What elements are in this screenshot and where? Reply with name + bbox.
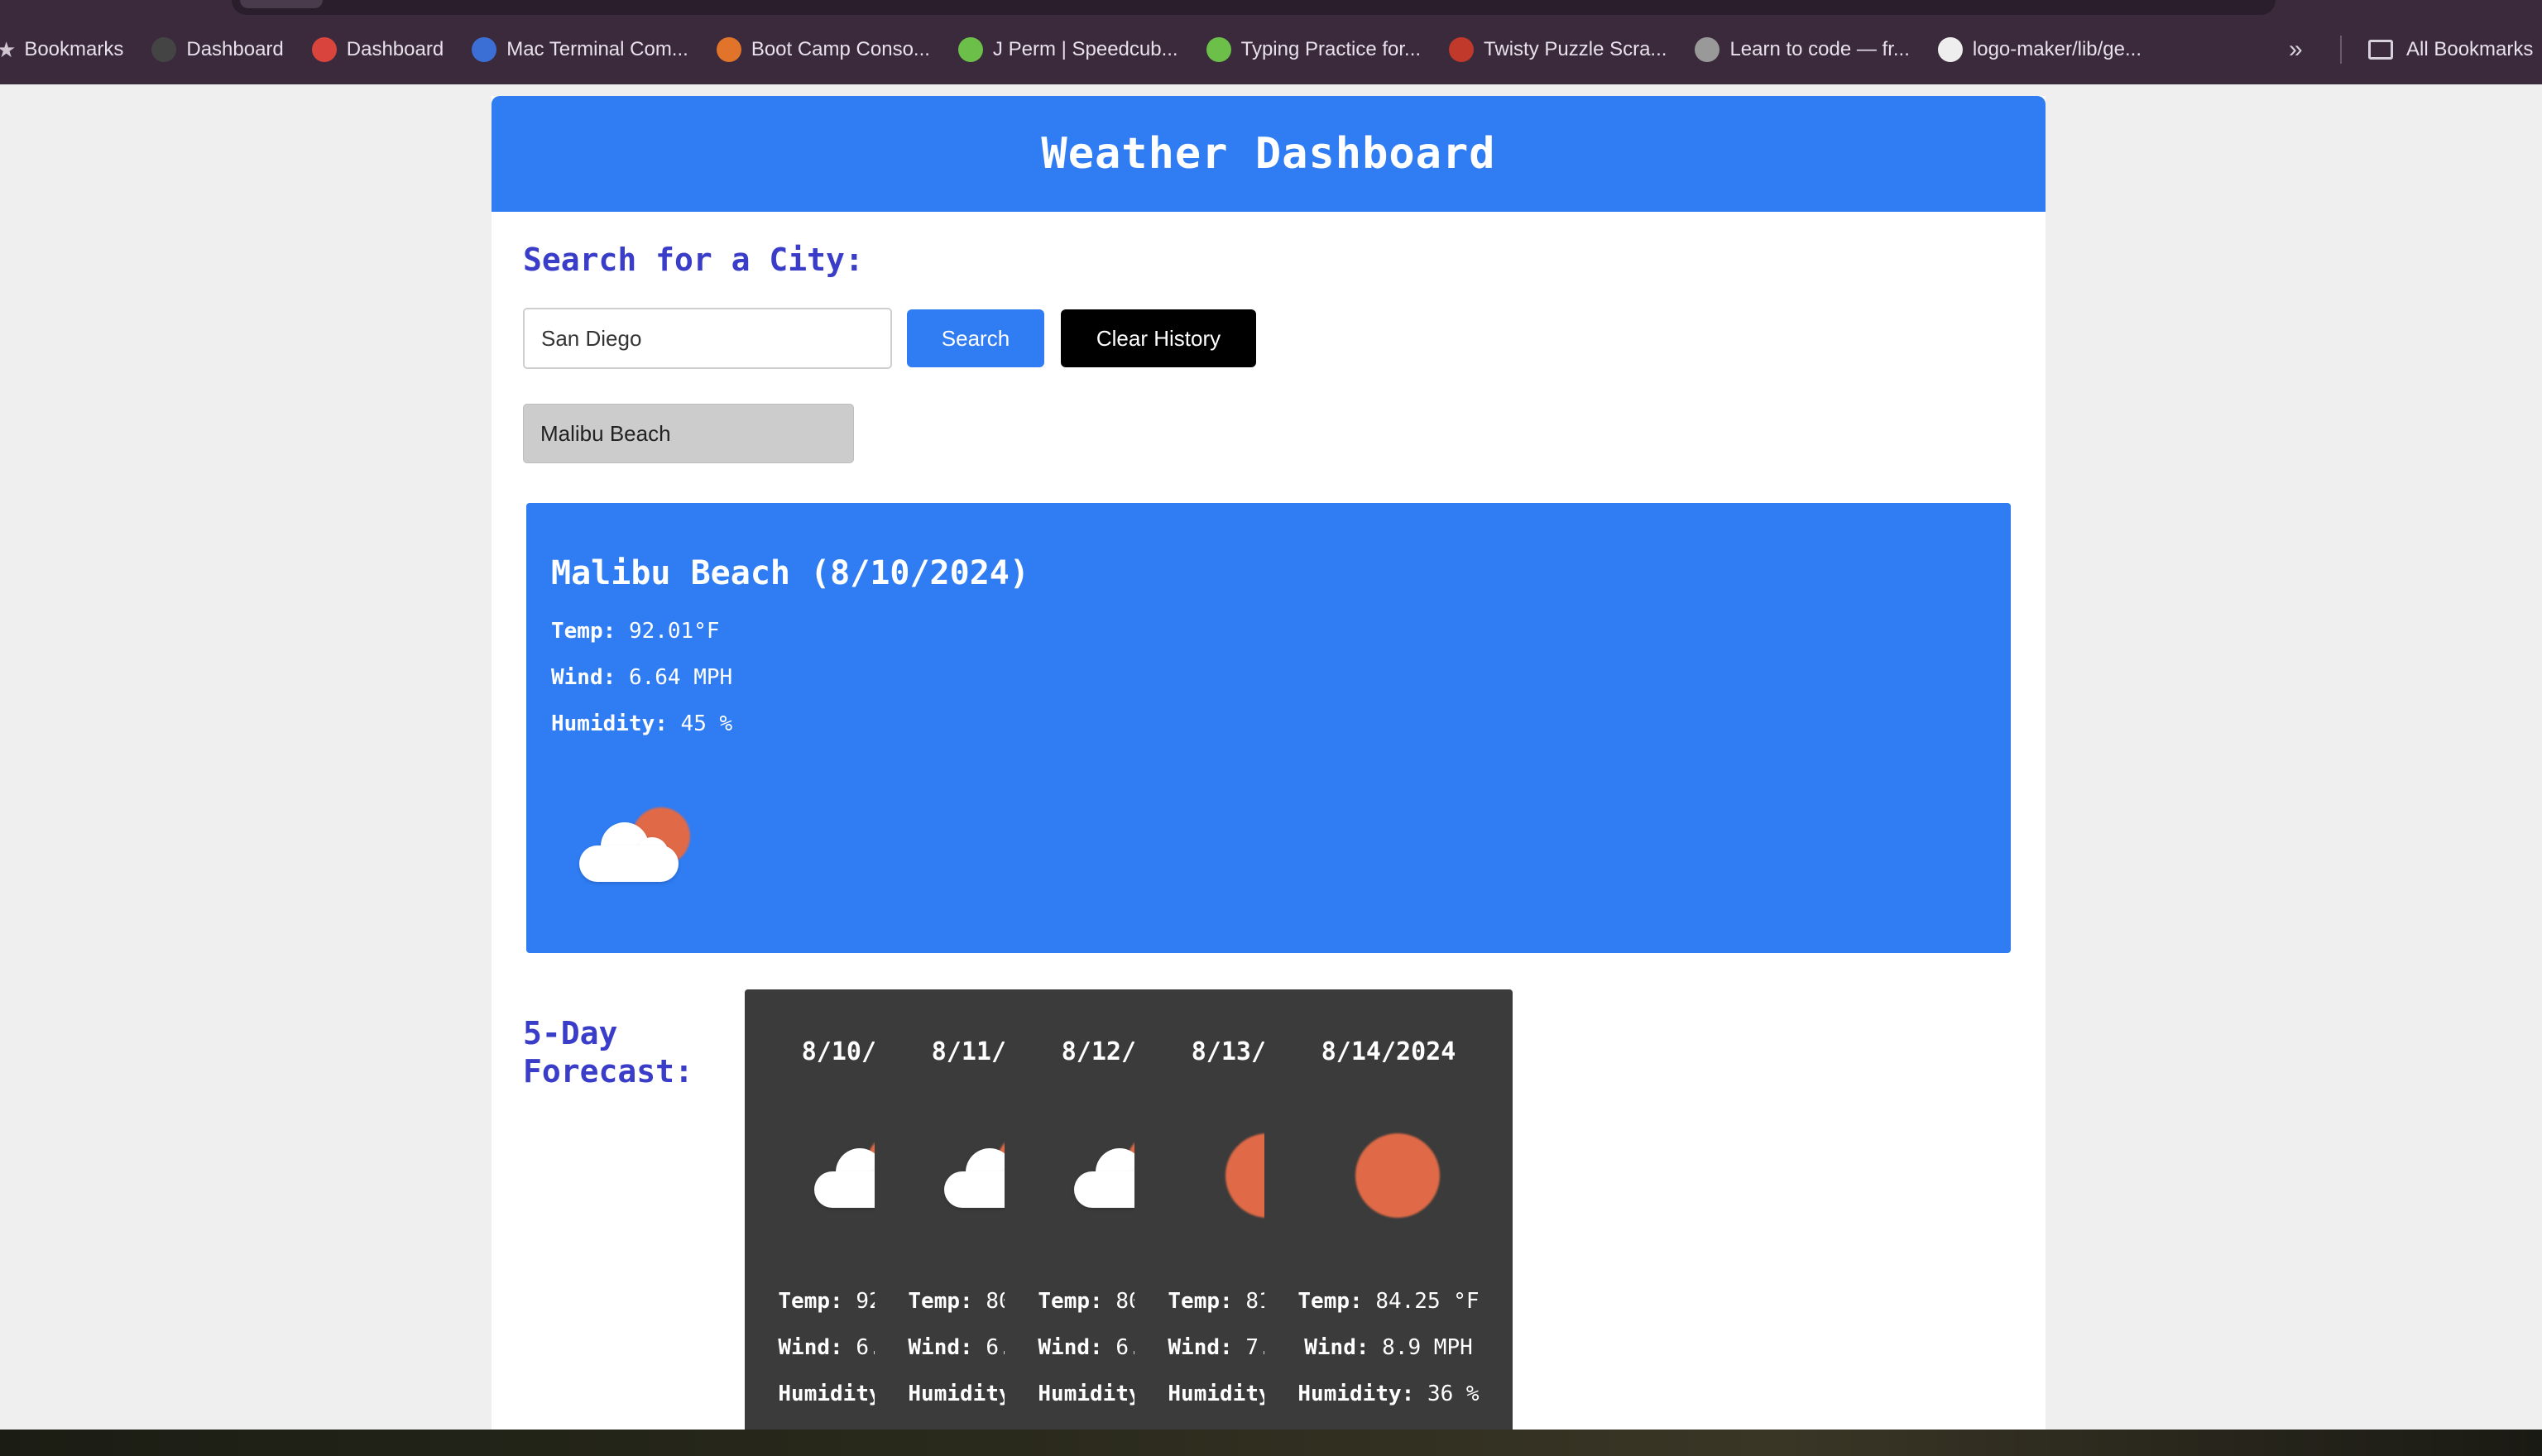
globe-icon xyxy=(1695,37,1720,62)
partly-cloudy-icon xyxy=(576,804,692,895)
temp-label: Temp: xyxy=(778,1289,843,1314)
humidity-value: 36 % xyxy=(1427,1382,1480,1406)
page-header: Weather Dashboard xyxy=(492,96,2046,212)
desktop-background-strip xyxy=(0,1430,2542,1456)
all-bookmarks-label: All Bookmarks xyxy=(2406,38,2534,60)
bookmark-label: J Perm | Speedcub... xyxy=(992,38,1178,60)
chevron-overflow-icon[interactable]: » xyxy=(2289,36,2303,64)
humidity-label: Humidity: xyxy=(1297,1382,1415,1406)
folder-icon xyxy=(2368,40,2393,60)
current-city-title: Malibu Beach (8/10/2024) xyxy=(551,554,1029,592)
current-weather-card: Malibu Beach (8/10/2024) Temp: 92.01°F W… xyxy=(526,503,2011,953)
star-icon: ★ xyxy=(0,36,17,62)
current-wind: Wind: 6.64 MPH xyxy=(551,665,732,690)
bookmarks-menu[interactable]: ★ Bookmarks xyxy=(0,37,123,63)
temp-label: Temp: xyxy=(1297,1289,1363,1314)
forecast-heading-line2: Forecast: xyxy=(523,1053,693,1090)
search-button[interactable]: Search xyxy=(907,309,1044,367)
canvas-icon xyxy=(311,37,337,62)
current-temp: Temp: 92.01°F xyxy=(551,619,720,644)
humidity-label: Humidity: xyxy=(551,711,668,736)
bookmark-label: Dashboard xyxy=(346,38,444,60)
bookmark-item[interactable]: J Perm | Speedcub... xyxy=(957,37,1178,62)
forecast-card: 8/14/2024 Temp: 84.25 °F Wind: 8.9 MPH Humi… xyxy=(1264,989,1513,1453)
wind-label: Wind: xyxy=(551,665,616,690)
browser-chrome: ★ Bookmarks Dashboard Dashboard Mac Termin… xyxy=(0,0,2542,84)
city-search-input[interactable] xyxy=(523,308,892,369)
github-icon xyxy=(1937,37,1963,62)
wind-value: 8.9 MPH xyxy=(1382,1335,1473,1360)
puzzle-icon xyxy=(1449,37,1475,62)
temp-value: 92.01°F xyxy=(628,619,720,644)
wind-value: 6.64 MPH xyxy=(628,665,733,690)
globe-blue-icon xyxy=(472,37,497,62)
circle-dark-icon xyxy=(151,37,177,62)
typing-icon xyxy=(1206,37,1231,62)
bookmark-label: Learn to code — fr... xyxy=(1729,38,1910,60)
bookmark-label: Twisty Puzzle Scra... xyxy=(1484,38,1667,60)
bookmark-divider xyxy=(2340,36,2342,64)
wind-label: Wind: xyxy=(778,1335,843,1360)
bookmark-label: Boot Camp Conso... xyxy=(751,38,930,60)
wind-label: Wind: xyxy=(1168,1335,1233,1360)
weather-dashboard-page: Weather Dashboard Search for a City: Sea… xyxy=(492,96,2046,1453)
bookmark-item[interactable]: Mac Terminal Com... xyxy=(472,37,688,62)
tab-pill[interactable] xyxy=(240,0,323,8)
sun-icon xyxy=(1331,1130,1446,1221)
bookmark-item[interactable]: Typing Practice for... xyxy=(1206,37,1421,62)
current-humidity: Humidity: 45 % xyxy=(551,711,732,736)
bookmark-label: Typing Practice for... xyxy=(1240,38,1422,60)
forecast-heading-line1: 5-Day xyxy=(523,1015,618,1051)
forecast-date: 8/14/2024 xyxy=(1321,1037,1456,1066)
temp-value: 84.25 °F xyxy=(1375,1289,1480,1314)
temp-label: Temp: xyxy=(1168,1289,1233,1314)
bookmark-label: Mac Terminal Com... xyxy=(506,38,688,60)
wind-label: Wind: xyxy=(908,1335,973,1360)
bookmark-item[interactable]: logo-maker/lib/ge... xyxy=(1937,37,2142,62)
bookmarks-label: Bookmarks xyxy=(24,38,124,60)
humidity-value: 45 % xyxy=(680,711,733,736)
forecast-heading: 5-Day Forecast: xyxy=(523,1014,693,1090)
temp-label: Temp: xyxy=(908,1289,973,1314)
bookmark-item[interactable]: Twisty Puzzle Scra... xyxy=(1449,37,1667,62)
wind-label: Wind: xyxy=(1304,1335,1369,1360)
temp-label: Temp: xyxy=(551,619,616,644)
bookmark-label: Dashboard xyxy=(186,38,284,60)
bookmark-item[interactable]: Learn to code — fr... xyxy=(1695,37,1910,62)
page-title: Weather Dashboard xyxy=(1041,129,1496,179)
history-item-malibu-beach[interactable]: Malibu Beach xyxy=(523,404,854,463)
address-bar-edge xyxy=(232,0,2276,15)
forecast-humidity: Humidity: 36 % xyxy=(1264,1382,1513,1406)
all-bookmarks-button[interactable]: All Bookmarks xyxy=(2368,38,2533,61)
forecast-temp: Temp: 84.25 °F xyxy=(1264,1289,1513,1314)
bookmark-item[interactable]: Dashboard xyxy=(151,37,284,62)
gitlab-icon xyxy=(716,37,741,62)
bookmarks-bar: ★ Bookmarks Dashboard Dashboard Mac Termin… xyxy=(0,28,2542,71)
clear-history-button[interactable]: Clear History xyxy=(1061,309,1256,367)
temp-label: Temp: xyxy=(1038,1289,1103,1314)
bookmark-item[interactable]: Boot Camp Conso... xyxy=(716,37,930,62)
cube-icon xyxy=(957,37,983,62)
bookmark-label: logo-maker/lib/ge... xyxy=(1972,38,2142,60)
forecast-wind: Wind: 8.9 MPH xyxy=(1264,1335,1513,1360)
wind-label: Wind: xyxy=(1038,1335,1103,1360)
search-heading: Search for a City: xyxy=(523,242,864,278)
bookmark-item[interactable]: Dashboard xyxy=(311,37,444,62)
